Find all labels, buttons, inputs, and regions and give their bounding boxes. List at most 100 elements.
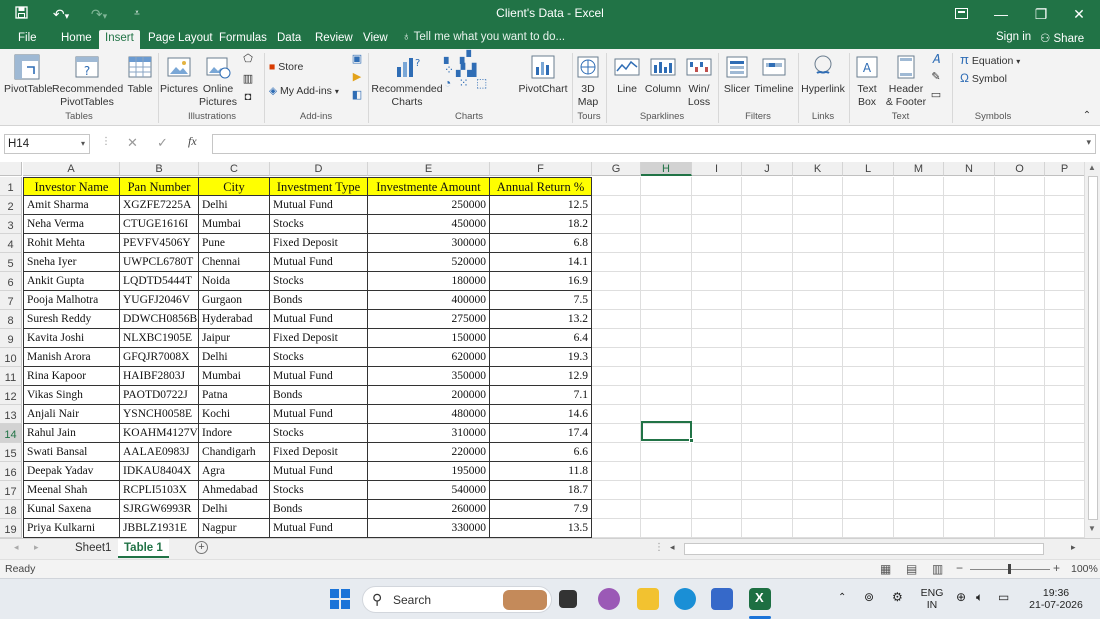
online-pictures-button[interactable]: Online Pictures xyxy=(199,53,237,109)
empty-cell[interactable] xyxy=(592,215,641,234)
table-cell[interactable]: Amit Sharma xyxy=(23,196,120,215)
tab-home[interactable]: Home xyxy=(55,30,98,49)
hyperlink-button[interactable]: Hyperlink xyxy=(800,53,846,96)
empty-cell[interactable] xyxy=(742,310,793,329)
ribbon-display-icon[interactable] xyxy=(946,3,976,25)
table-cell[interactable]: Bonds xyxy=(270,500,368,519)
column-header[interactable]: N xyxy=(944,162,995,176)
battery-icon[interactable]: ▭ xyxy=(998,591,1009,603)
table-cell[interactable]: 180000 xyxy=(368,272,490,291)
table-cell[interactable]: Vikas Singh xyxy=(23,386,120,405)
row-header[interactable]: 12 xyxy=(0,386,22,405)
empty-cell[interactable] xyxy=(742,386,793,405)
taskbar-search[interactable]: ⚲ Search xyxy=(362,586,552,613)
table-cell[interactable]: LQDTD5444T xyxy=(120,272,199,291)
empty-cell[interactable] xyxy=(944,291,995,310)
empty-cell[interactable] xyxy=(995,462,1045,481)
empty-cell[interactable] xyxy=(592,519,641,538)
table-cell[interactable]: Fixed Deposit xyxy=(270,234,368,253)
empty-cell[interactable] xyxy=(944,215,995,234)
table-cell[interactable]: Pune xyxy=(199,234,270,253)
table-cell[interactable]: 7.9 xyxy=(490,500,592,519)
empty-cell[interactable] xyxy=(843,196,894,215)
empty-cell[interactable] xyxy=(592,424,641,443)
empty-cell[interactable] xyxy=(742,177,793,196)
edge-icon[interactable] xyxy=(674,588,696,610)
empty-cell[interactable] xyxy=(692,443,742,462)
empty-cell[interactable] xyxy=(995,291,1045,310)
empty-cell[interactable] xyxy=(894,367,944,386)
row-header[interactable]: 11 xyxy=(0,367,22,386)
table-cell[interactable]: Mutual Fund xyxy=(270,462,368,481)
row-header[interactable]: 7 xyxy=(0,291,22,310)
task-view-icon[interactable] xyxy=(559,590,577,608)
empty-cell[interactable] xyxy=(592,500,641,519)
table-cell[interactable]: 540000 xyxy=(368,481,490,500)
table-cell[interactable]: 275000 xyxy=(368,310,490,329)
table-cell[interactable]: 6.8 xyxy=(490,234,592,253)
empty-cell[interactable] xyxy=(692,310,742,329)
empty-cell[interactable] xyxy=(944,177,995,196)
empty-cell[interactable] xyxy=(692,462,742,481)
tell-me-box[interactable]: ♁ Tell me what you want to do... xyxy=(402,31,565,43)
column-header[interactable]: C xyxy=(199,162,270,176)
column-header[interactable]: F xyxy=(490,162,592,176)
table-cell[interactable]: KOAHM4127V xyxy=(120,424,199,443)
empty-cell[interactable] xyxy=(793,481,843,500)
empty-cell[interactable] xyxy=(793,310,843,329)
symbol-button[interactable]: Ω Symbol xyxy=(960,70,1007,86)
table-cell[interactable]: Mutual Fund xyxy=(270,367,368,386)
table-cell[interactable]: Noida xyxy=(199,272,270,291)
row-header[interactable]: 3 xyxy=(0,215,22,234)
empty-cell[interactable] xyxy=(843,443,894,462)
empty-cell[interactable] xyxy=(692,177,742,196)
table-cell[interactable]: Patna xyxy=(199,386,270,405)
table-cell[interactable]: HAIBF2803J xyxy=(120,367,199,386)
table-cell[interactable]: Rohit Mehta xyxy=(23,234,120,253)
cancel-icon[interactable]: ✕ xyxy=(127,135,138,151)
empty-cell[interactable] xyxy=(1045,196,1085,215)
empty-cell[interactable] xyxy=(592,462,641,481)
table-cell[interactable]: AALAE0983J xyxy=(120,443,199,462)
table-cell[interactable]: Ahmedabad xyxy=(199,481,270,500)
empty-cell[interactable] xyxy=(793,177,843,196)
empty-cell[interactable] xyxy=(793,291,843,310)
empty-cell[interactable] xyxy=(592,405,641,424)
empty-cell[interactable] xyxy=(944,348,995,367)
sheet-tab-sheet1[interactable]: Sheet1 xyxy=(69,539,117,558)
table-cell[interactable]: Mutual Fund xyxy=(270,519,368,538)
volume-icon[interactable]: 🔈︎ xyxy=(976,591,983,603)
empty-cell[interactable] xyxy=(995,177,1045,196)
empty-cell[interactable] xyxy=(742,481,793,500)
timeline-button[interactable]: Timeline xyxy=(753,53,795,96)
column-header[interactable]: G xyxy=(592,162,641,176)
my-addins-button[interactable]: ◈ My Add-ins ▾ xyxy=(269,83,339,99)
prev-sheet-icon[interactable]: ◂ xyxy=(14,542,19,553)
empty-cell[interactable] xyxy=(592,253,641,272)
spreadsheet-grid[interactable]: ABCDEFGHIJKLMNOP 1 2 3 4 5 6 7 8 9 10 11 12 13 14 15 16… xyxy=(0,162,1100,538)
empty-cell[interactable] xyxy=(793,215,843,234)
zoom-out-icon[interactable]: − xyxy=(956,561,963,575)
table-cell[interactable]: Delhi xyxy=(199,348,270,367)
empty-cell[interactable] xyxy=(641,310,692,329)
table-cell[interactable]: 250000 xyxy=(368,196,490,215)
table-cell[interactable]: Stocks xyxy=(270,481,368,500)
windows-start-icon[interactable] xyxy=(330,589,350,609)
minimize-icon[interactable]: — xyxy=(986,3,1016,25)
empty-cell[interactable] xyxy=(995,348,1045,367)
empty-cell[interactable] xyxy=(793,367,843,386)
empty-cell[interactable] xyxy=(793,405,843,424)
empty-cell[interactable] xyxy=(742,329,793,348)
expand-formula-icon[interactable]: ▾ xyxy=(1086,137,1091,148)
file-explorer-icon[interactable] xyxy=(637,588,659,610)
empty-cell[interactable] xyxy=(843,310,894,329)
empty-cell[interactable] xyxy=(843,424,894,443)
empty-cell[interactable] xyxy=(692,272,742,291)
column-header[interactable]: J xyxy=(742,162,793,176)
tab-page-layout[interactable]: Page Layout xyxy=(142,30,219,49)
table-cell[interactable]: PAOTD0722J xyxy=(120,386,199,405)
column-header[interactable]: O xyxy=(995,162,1045,176)
enter-icon[interactable]: ✓ xyxy=(157,135,168,151)
empty-cell[interactable] xyxy=(592,291,641,310)
empty-cell[interactable] xyxy=(894,443,944,462)
